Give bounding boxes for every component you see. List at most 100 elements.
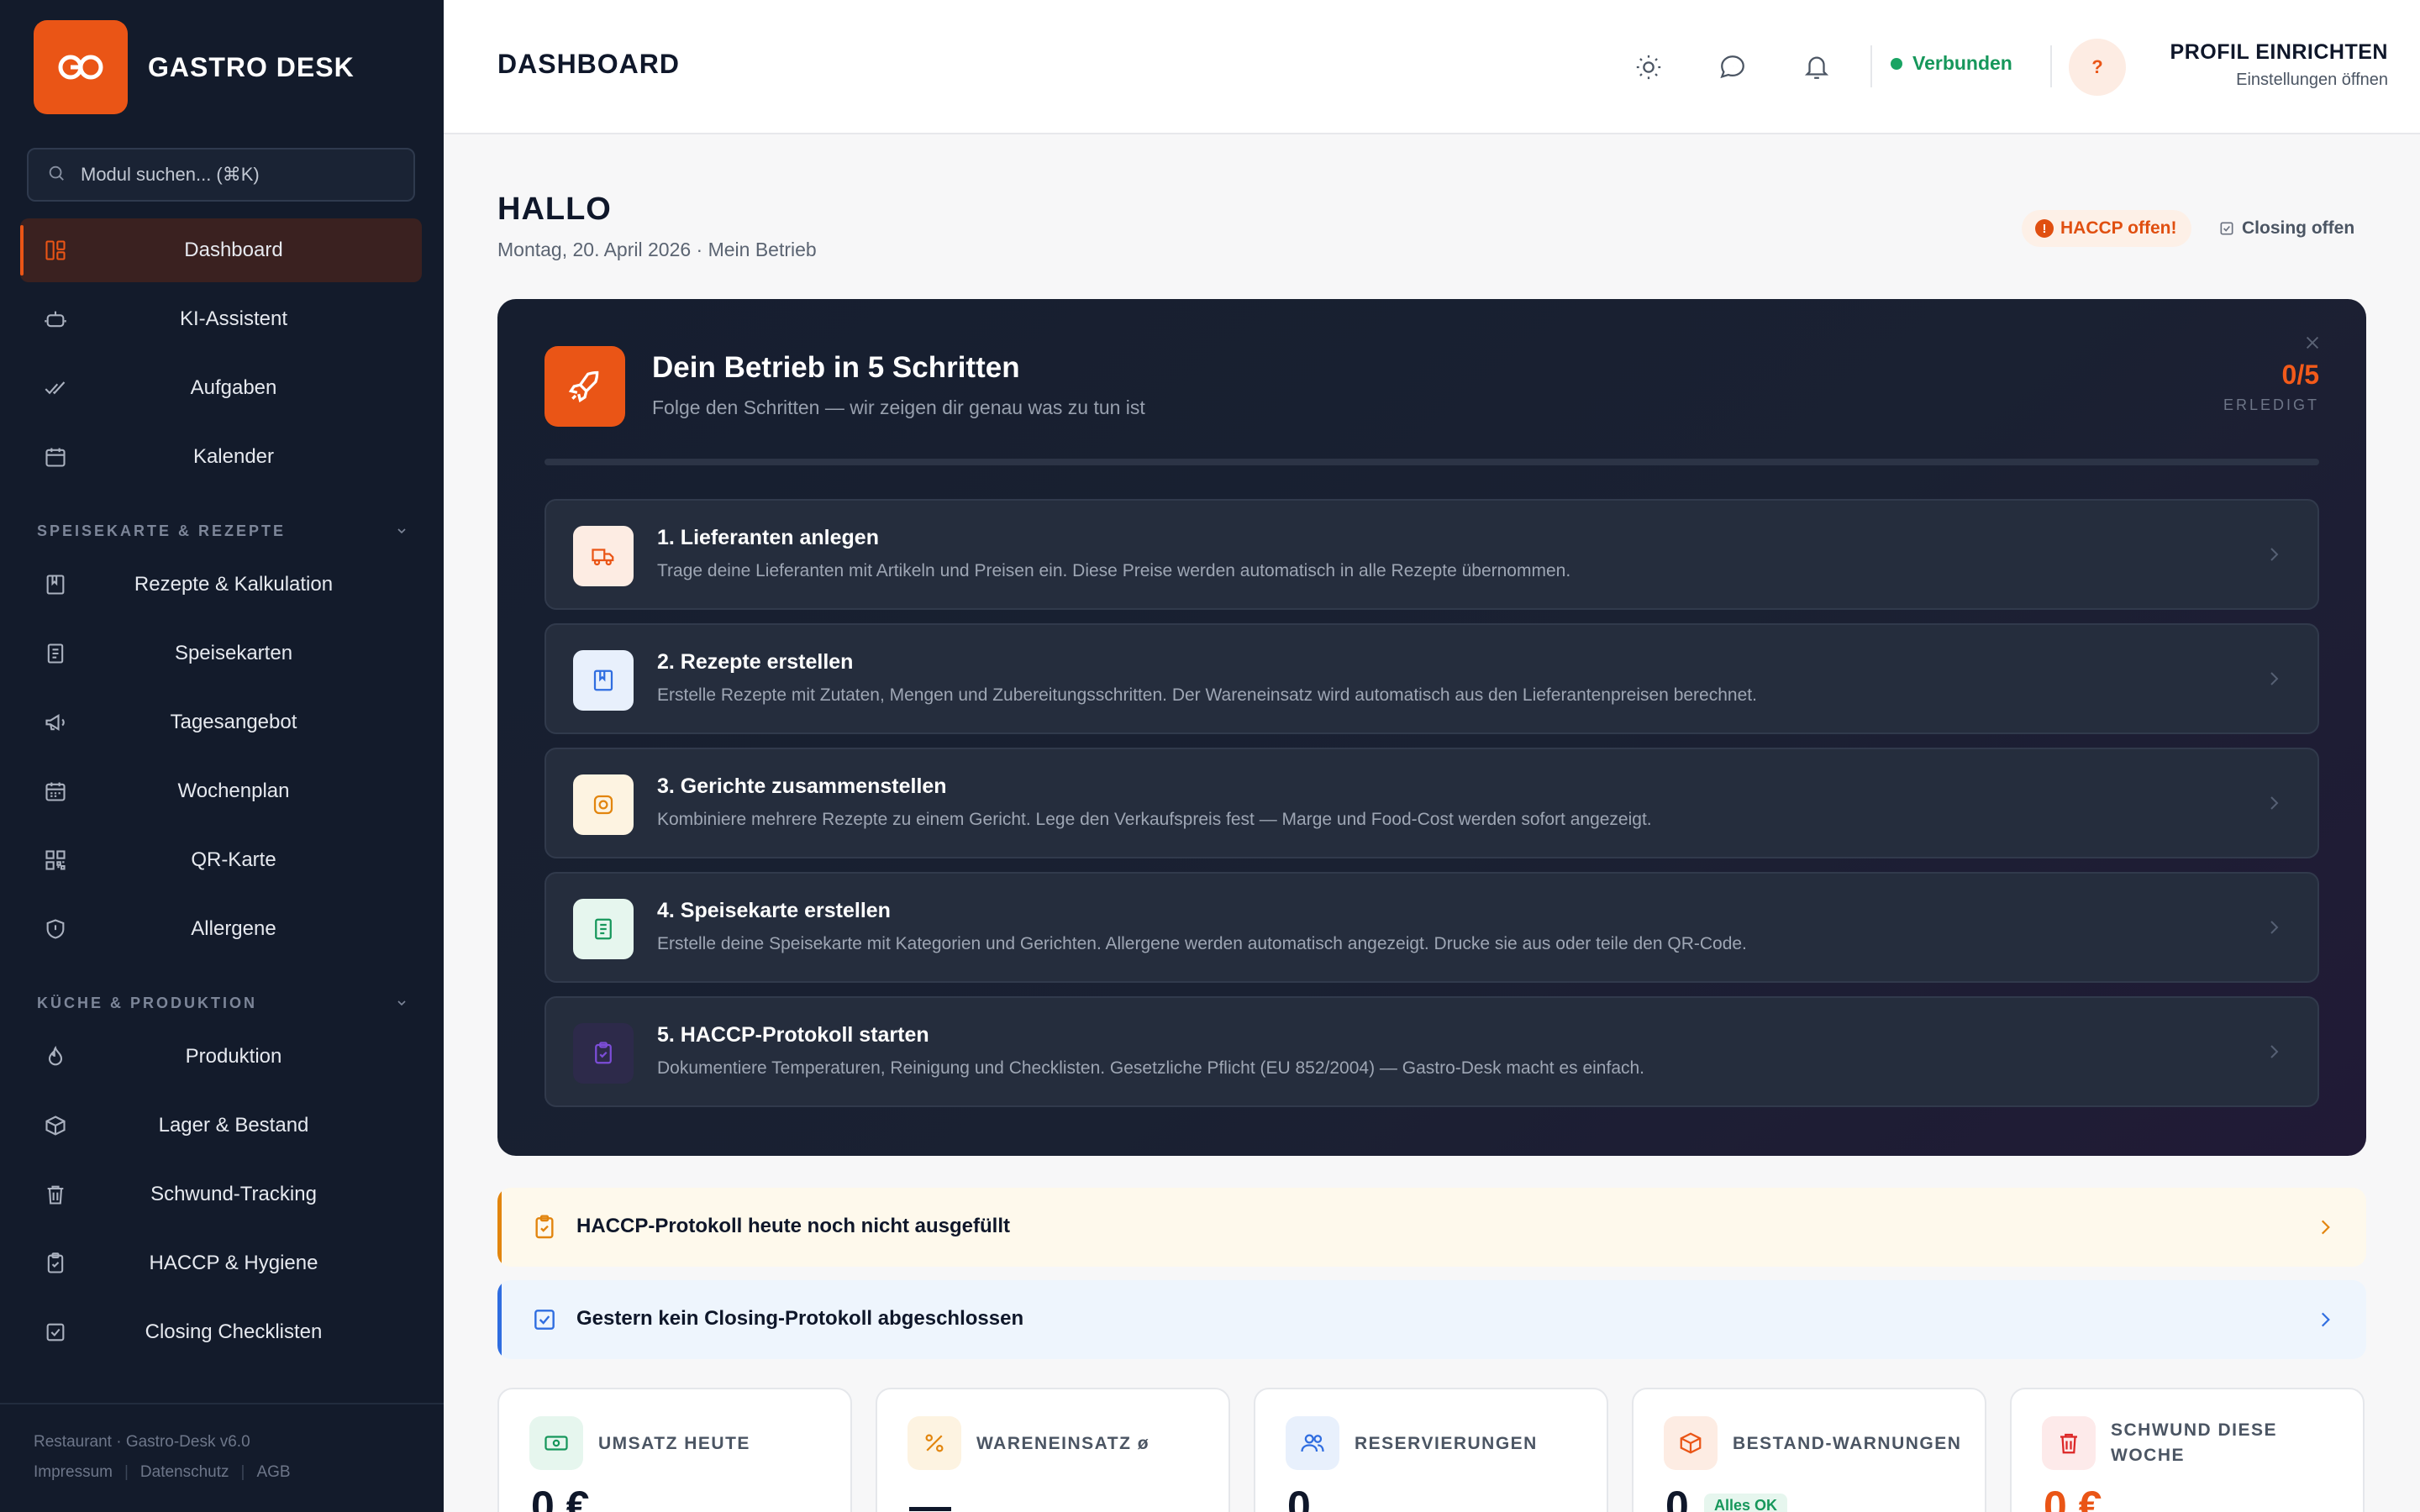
- sidebar-item-label: Schwund-Tracking: [150, 1183, 317, 1205]
- sidebar-item-kalender[interactable]: Kalender: [20, 425, 422, 489]
- onboarding-close-button[interactable]: [2301, 331, 2324, 354]
- sidebar-item-schwund-tracking[interactable]: Schwund-Tracking: [20, 1163, 422, 1226]
- chevron-right-icon: [2270, 672, 2279, 685]
- messages-button[interactable]: [1714, 49, 1751, 86]
- profile-setup-button[interactable]: ? PROFIL EINRICHTEN Einstellungen öffnen: [2069, 37, 2388, 99]
- trash-icon: [2042, 1416, 2096, 1470]
- step-title: 5. HACCP-Protokoll starten: [657, 1023, 929, 1047]
- check-double-icon: [42, 375, 69, 402]
- haccp-open-badge[interactable]: ! HACCP offen!: [2022, 210, 2192, 247]
- step-speisekarte[interactable]: 4. Speisekarte erstellen Erstelle deine …: [544, 872, 2319, 983]
- theme-toggle-button[interactable]: [1630, 49, 1667, 86]
- stat-reservierungen[interactable]: RESERVIERUNGEN 0: [1254, 1388, 1608, 1512]
- stat-value: 0 €: [531, 1483, 590, 1512]
- connection-status-text: Verbunden: [1912, 52, 2012, 74]
- sidebar-item-allergene[interactable]: Allergene: [20, 897, 422, 961]
- stat-umsatz-heute[interactable]: UMSATZ HEUTE 0 €: [497, 1388, 852, 1512]
- step-title: 1. Lieferanten anlegen: [657, 526, 879, 549]
- closing-open-text: Closing offen: [2242, 218, 2355, 238]
- step-description: Erstelle deine Speisekarte mit Kategorie…: [657, 934, 1747, 953]
- sidebar-item-label: Aufgaben: [190, 376, 277, 399]
- datenschutz-link[interactable]: Datenschutz: [140, 1463, 229, 1482]
- sidebar-nav: Dashboard KI-Assistent Aufgaben Kalender…: [20, 218, 422, 1369]
- sidebar-item-wochenplan[interactable]: Wochenplan: [20, 759, 422, 823]
- checkbox-icon: [534, 1310, 555, 1330]
- dish-icon: [573, 774, 634, 835]
- top-header: DASHBOARD Verbunden ? PROFIL EINRICHTEN …: [444, 0, 2420, 134]
- checkbox-icon: [2220, 222, 2233, 235]
- alert-closing-missing[interactable]: Gestern kein Closing-Protokoll abgeschlo…: [497, 1280, 2366, 1359]
- sidebar-item-haccp-hygiene[interactable]: HACCP & Hygiene: [20, 1231, 422, 1295]
- sidebar-item-qr-karte[interactable]: QR-Karte: [20, 828, 422, 892]
- onboarding-progress-count: 0/5: [2281, 360, 2319, 390]
- sidebar-item-lager-bestand[interactable]: Lager & Bestand: [20, 1094, 422, 1158]
- sidebar-item-dashboard[interactable]: Dashboard: [20, 218, 422, 282]
- stat-value: —: [909, 1483, 951, 1512]
- onboarding-progress-label: ERLEDIGT: [2223, 396, 2319, 413]
- section-kueche-produktion[interactable]: KÜCHE & PRODUKTION: [20, 966, 422, 1025]
- step-gerichte[interactable]: 3. Gerichte zusammenstellen Kombiniere m…: [544, 748, 2319, 858]
- chevron-down-icon: [397, 1000, 406, 1006]
- alert-text: HACCP-Protokoll heute noch nicht ausgefü…: [576, 1215, 1011, 1237]
- chevron-right-icon: [2270, 796, 2279, 810]
- users-icon: [1286, 1416, 1339, 1470]
- trash-icon: [42, 1181, 69, 1208]
- search-icon: [47, 164, 66, 186]
- step-haccp[interactable]: 5. HACCP-Protokoll starten Dokumentiere …: [544, 996, 2319, 1107]
- alert-haccp-missing[interactable]: HACCP-Protokoll heute noch nicht ausgefü…: [497, 1188, 2366, 1267]
- greeting-date: Montag, 20. April 2026 · Mein Betrieb: [497, 239, 817, 260]
- stat-label: WARENEINSATZ ø: [976, 1434, 1150, 1453]
- alert-icon: !: [2035, 219, 2054, 238]
- module-search[interactable]: [27, 148, 415, 202]
- rocket-icon: [544, 346, 625, 427]
- notifications-button[interactable]: [1798, 49, 1835, 86]
- sun-icon: [1636, 55, 1661, 80]
- connection-status: Verbunden: [1891, 52, 2012, 75]
- menu-doc-icon: [42, 640, 69, 667]
- separator: |: [240, 1463, 245, 1481]
- close-icon: [2306, 336, 2319, 349]
- header-divider: [2050, 45, 2052, 87]
- section-speisekarte-rezepte[interactable]: SPEISEKARTE & REZEPTE: [20, 494, 422, 553]
- chevron-right-icon: [2270, 548, 2279, 561]
- step-description: Trage deine Lieferanten mit Artikeln und…: [657, 561, 1571, 580]
- sidebar-item-closing-checklisten[interactable]: Closing Checklisten: [20, 1300, 422, 1364]
- bell-icon: [1804, 56, 1829, 79]
- onboarding-progress-bar: [544, 459, 2319, 465]
- sidebar-item-tagesangebot[interactable]: Tagesangebot: [20, 690, 422, 754]
- step-rezepte[interactable]: 2. Rezepte erstellen Erstelle Rezepte mi…: [544, 623, 2319, 734]
- chevron-right-icon: [2321, 1312, 2330, 1327]
- cash-icon: [529, 1416, 583, 1470]
- sidebar-item-ki-assistent[interactable]: KI-Assistent: [20, 287, 422, 351]
- section-title: KÜCHE & PRODUKTION: [37, 994, 258, 1011]
- clipboard-icon: [42, 1250, 69, 1277]
- brand[interactable]: GASTRO DESK: [34, 20, 355, 114]
- sidebar-item-label: KI-Assistent: [179, 307, 288, 330]
- chevron-right-icon: [2270, 1045, 2279, 1058]
- stat-schwund-woche[interactable]: SCHWUND DIESE WOCHE 0 €: [2010, 1388, 2365, 1512]
- separator: |: [124, 1463, 129, 1481]
- flame-icon: [42, 1043, 69, 1070]
- megaphone-icon: [42, 709, 69, 736]
- chevron-down-icon: [397, 528, 406, 534]
- impressum-link[interactable]: Impressum: [34, 1463, 113, 1482]
- stat-wareneinsatz[interactable]: WARENEINSATZ ø —: [876, 1388, 1230, 1512]
- step-lieferanten[interactable]: 1. Lieferanten anlegen Trage deine Liefe…: [544, 499, 2319, 610]
- status-badge: Alles OK: [1704, 1494, 1788, 1512]
- brand-name: GASTRO DESK: [148, 51, 355, 82]
- section-title: SPEISEKARTE & REZEPTE: [37, 522, 287, 539]
- layout-icon: [42, 237, 69, 264]
- stat-label: RESERVIERUNGEN: [1355, 1434, 1538, 1453]
- page-title: DASHBOARD: [497, 49, 680, 79]
- module-search-input[interactable]: [81, 164, 400, 186]
- onboarding-title: Dein Betrieb in 5 Schritten: [652, 351, 1020, 384]
- profile-title: PROFIL EINRICHTEN: [2170, 40, 2388, 64]
- sidebar-item-label: Tagesangebot: [170, 711, 297, 733]
- sidebar-item-speisekarten[interactable]: Speisekarten: [20, 622, 422, 685]
- stat-bestand-warnungen[interactable]: BESTAND-WARNUNGEN 0 Alles OK: [1632, 1388, 1986, 1512]
- sidebar-item-produktion[interactable]: Produktion: [20, 1025, 422, 1089]
- agb-link[interactable]: AGB: [256, 1463, 290, 1482]
- sidebar-item-aufgaben[interactable]: Aufgaben: [20, 356, 422, 420]
- closing-open-badge[interactable]: Closing offen: [2218, 210, 2354, 247]
- sidebar-item-rezepte-kalkulation[interactable]: Rezepte & Kalkulation: [20, 553, 422, 617]
